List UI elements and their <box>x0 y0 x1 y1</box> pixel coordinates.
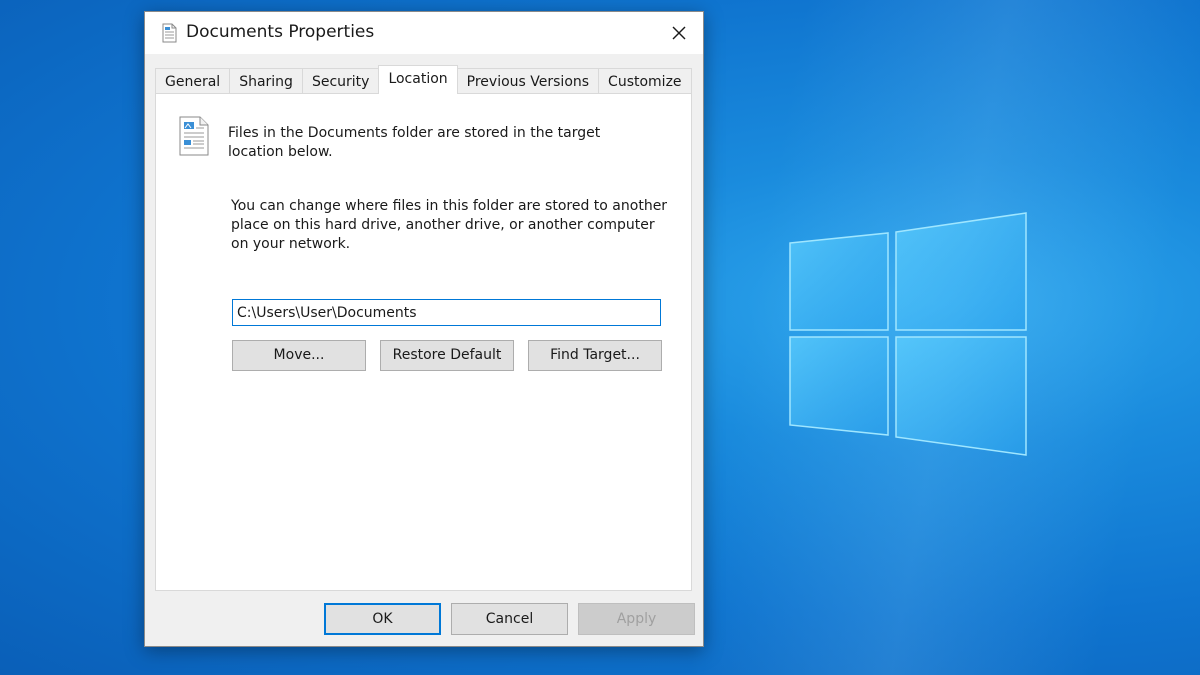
dialog-title: Documents Properties <box>186 22 375 42</box>
move-button[interactable]: Move... <box>232 340 366 371</box>
apply-button[interactable]: Apply <box>578 603 695 635</box>
find-target-button[interactable]: Find Target... <box>528 340 662 371</box>
properties-dialog: Documents Properties General Sharing Sec… <box>144 11 704 647</box>
tab-security[interactable]: Security <box>301 68 380 94</box>
desktop: Documents Properties General Sharing Sec… <box>0 0 1200 675</box>
tab-strip: General Sharing Security Location Previo… <box>155 65 692 94</box>
tab-customize[interactable]: Customize <box>598 68 692 94</box>
cancel-button[interactable]: Cancel <box>451 603 568 635</box>
tab-general[interactable]: General <box>155 68 231 94</box>
close-icon <box>672 26 686 40</box>
intro-text: Files in the Documents folder are stored… <box>228 125 601 160</box>
document-folder-icon <box>162 23 177 43</box>
tab-previous-versions[interactable]: Previous Versions <box>456 68 600 94</box>
close-button[interactable] <box>655 12 703 54</box>
title-bar[interactable]: Documents Properties <box>145 12 703 54</box>
ok-button[interactable]: OK <box>324 603 441 635</box>
tab-sharing[interactable]: Sharing <box>229 68 303 94</box>
windows-logo-icon <box>789 212 1027 456</box>
description-text: You can change where files in this folde… <box>231 198 668 252</box>
target-path-input[interactable] <box>232 299 661 326</box>
document-icon <box>179 116 209 156</box>
restore-default-button[interactable]: Restore Default <box>380 340 514 371</box>
location-panel: Files in the Documents folder are stored… <box>155 93 692 591</box>
tab-location[interactable]: Location <box>378 65 458 94</box>
